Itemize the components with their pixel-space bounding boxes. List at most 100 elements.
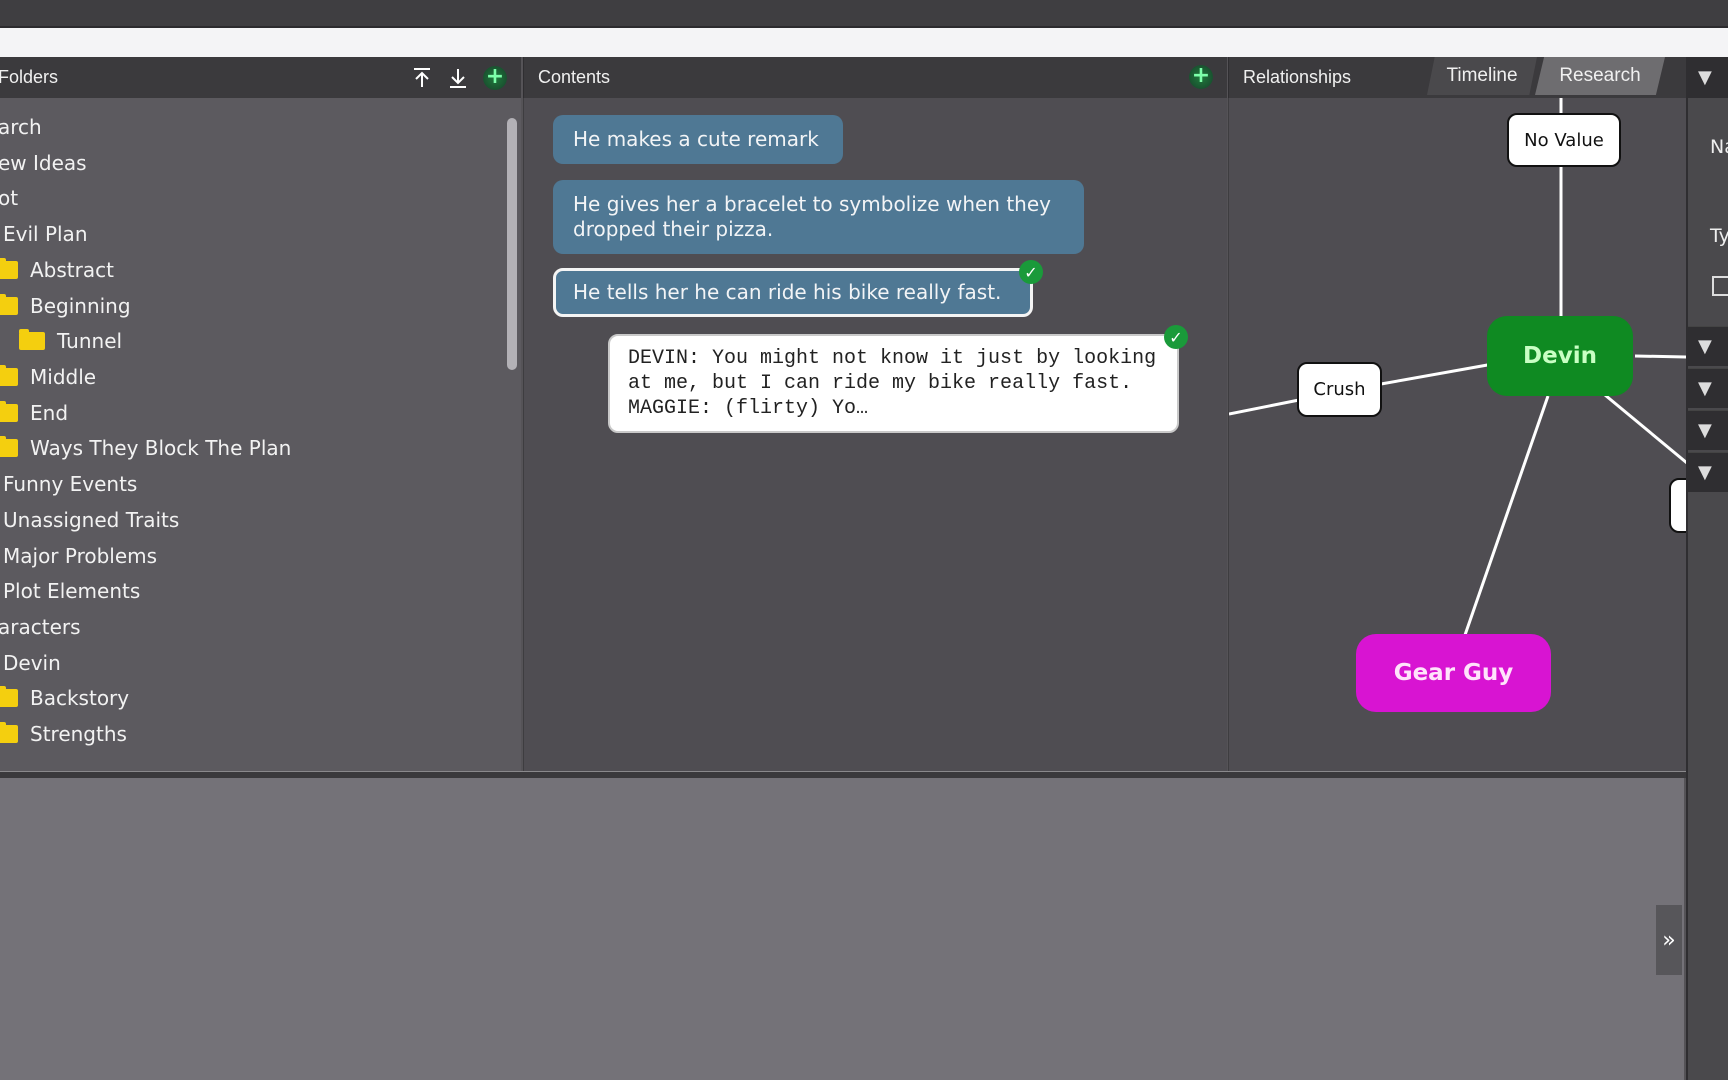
tree-item-label: Backstory <box>30 686 130 710</box>
tree-item[interactable]: Major Problems <box>3 540 157 572</box>
script-card[interactable]: DEVIN: You might not know it just by loo… <box>608 334 1179 433</box>
node-label: No Value <box>1524 129 1604 151</box>
add-content-icon[interactable]: + <box>1189 65 1213 89</box>
edge-crush-left <box>1229 398 1300 416</box>
inspector-section-toggle[interactable]: ▼ <box>1688 326 1728 366</box>
triangle-down-icon: ▼ <box>1698 462 1712 483</box>
expand-panel-button[interactable]: » <box>1656 905 1682 975</box>
bottom-panel <box>0 778 1684 1080</box>
triangle-down-icon: ▼ <box>1698 336 1712 357</box>
node-label: Gear Guy <box>1393 660 1514 686</box>
inspector-collapse-toggle[interactable]: ▼ <box>1688 57 1728 98</box>
inspector-section-toggle[interactable]: ▼ <box>1688 368 1728 408</box>
tree-item[interactable]: arch <box>0 111 42 143</box>
node-partial[interactable] <box>1669 478 1686 533</box>
content-card-text: He tells her he can ride his bike really… <box>573 280 1002 304</box>
triangle-down-icon: ▼ <box>1698 420 1712 441</box>
folder-icon <box>0 401 18 422</box>
tree-item-label: arch <box>0 115 42 139</box>
tree-item[interactable]: Backstory <box>0 682 129 714</box>
folders-tree: arch ew Ideas ot Evil Plan Abstract Begi… <box>0 98 521 771</box>
folder-icon <box>0 365 18 386</box>
triangle-down-icon: ▼ <box>1698 67 1712 88</box>
tree-item[interactable]: Unassigned Traits <box>3 504 179 536</box>
content-card-selected[interactable]: He tells her he can ride his bike really… <box>553 268 1033 317</box>
folder-icon <box>0 436 18 457</box>
node-label: Devin <box>1523 343 1597 369</box>
tree-item-label: Strengths <box>30 722 127 746</box>
tree-item-label: Ways They Block The Plan <box>30 436 292 460</box>
edge-devin-crush <box>1380 362 1494 386</box>
node-devin[interactable]: Devin <box>1487 316 1633 396</box>
tree-item-label: Beginning <box>30 294 131 318</box>
script-card-text: DEVIN: You might not know it just by loo… <box>628 347 1157 420</box>
tree-item[interactable]: End <box>0 397 68 429</box>
content-card[interactable]: He gives her a bracelet to symbolize whe… <box>553 180 1084 254</box>
double-chevron-right-icon: » <box>1662 927 1676 953</box>
node-no-value[interactable]: No Value <box>1507 113 1621 167</box>
tree-item[interactable]: Evil Plan <box>3 218 88 250</box>
folders-title: Folders <box>0 67 59 87</box>
inspector-section-toggle[interactable]: ▼ <box>1688 452 1728 492</box>
check-icon: ✓ <box>1164 325 1188 349</box>
folder-icon <box>0 686 18 707</box>
tree-item-label: End <box>30 401 69 425</box>
relationships-graph: No Value Crush Devin Gear Guy <box>1228 98 1686 771</box>
tab-timeline[interactable]: Timeline <box>1427 57 1537 95</box>
contents-list: He makes a cute remark He gives her a br… <box>523 98 1227 771</box>
tree-item[interactable]: Tunnel <box>19 325 122 357</box>
folder-icon <box>19 329 45 350</box>
name-label: Na <box>1710 136 1728 158</box>
expand-all-icon[interactable] <box>447 67 469 89</box>
relationships-title: Relationships <box>1243 67 1352 87</box>
add-folder-icon[interactable]: + <box>483 65 507 90</box>
relationships-header: Relationships Timeline Research <box>1228 57 1686 98</box>
triangle-down-icon: ▼ <box>1698 378 1712 399</box>
tree-item[interactable]: ew Ideas <box>0 147 87 179</box>
folder-icon <box>0 294 18 315</box>
tree-item-label: Major Problems <box>3 544 158 568</box>
folder-icon <box>0 722 18 743</box>
node-label: Crush <box>1313 379 1366 400</box>
contents-title: Contents <box>538 67 611 87</box>
tree-item-label: Abstract <box>30 258 114 282</box>
tree-item[interactable]: ot <box>0 182 18 214</box>
contents-header: Contents + <box>523 57 1227 98</box>
content-card-text: He gives her a bracelet to symbolize whe… <box>573 192 1051 241</box>
tree-item[interactable]: Middle <box>0 361 96 393</box>
tree-item[interactable]: Plot Elements <box>3 575 140 607</box>
tree-item-label: Devin <box>3 651 61 675</box>
tree-item-label: ew Ideas <box>0 151 87 175</box>
tree-item-label: Plot Elements <box>3 579 141 603</box>
tree-item[interactable]: Abstract <box>0 254 114 286</box>
inspector-checkbox[interactable] <box>1712 276 1728 296</box>
edge-devin-right <box>1634 354 1686 359</box>
tree-item-label: Funny Events <box>3 472 138 496</box>
inspector-strip: ▼ Na Ty ▼ ▼ ▼ ▼ <box>1686 57 1728 1080</box>
type-label: Ty <box>1710 225 1728 247</box>
node-gear-guy[interactable]: Gear Guy <box>1356 634 1551 712</box>
edge-devin-gearguy <box>1463 395 1550 636</box>
tree-item-label: Tunnel <box>57 329 123 353</box>
tree-item-label: Middle <box>30 365 97 389</box>
content-card[interactable]: He makes a cute remark <box>553 115 843 164</box>
window-top-bar <box>0 0 1728 26</box>
tree-item-label: Unassigned Traits <box>3 508 180 532</box>
tree-item-label: Evil Plan <box>3 222 88 246</box>
tab-research[interactable]: Research <box>1535 57 1665 95</box>
tree-item[interactable]: Funny Events <box>3 468 137 500</box>
tree-item[interactable]: Strengths <box>0 718 127 750</box>
content-card-text: He makes a cute remark <box>573 127 819 151</box>
tree-item[interactable]: aracters <box>0 611 81 643</box>
folders-scrollbar[interactable] <box>507 118 517 370</box>
panel-resize-divider[interactable] <box>0 771 1686 778</box>
tree-item[interactable]: Beginning <box>0 290 131 322</box>
node-crush[interactable]: Crush <box>1297 362 1382 417</box>
collapse-all-icon[interactable] <box>411 67 433 89</box>
folders-header: Folders + <box>0 57 521 98</box>
tree-item[interactable]: Ways They Block The Plan <box>0 432 291 464</box>
edge-devin-lowerright <box>1604 393 1686 465</box>
inspector-section-toggle[interactable]: ▼ <box>1688 410 1728 450</box>
tree-item-label: aracters <box>0 615 81 639</box>
tree-item[interactable]: Devin <box>3 647 61 679</box>
